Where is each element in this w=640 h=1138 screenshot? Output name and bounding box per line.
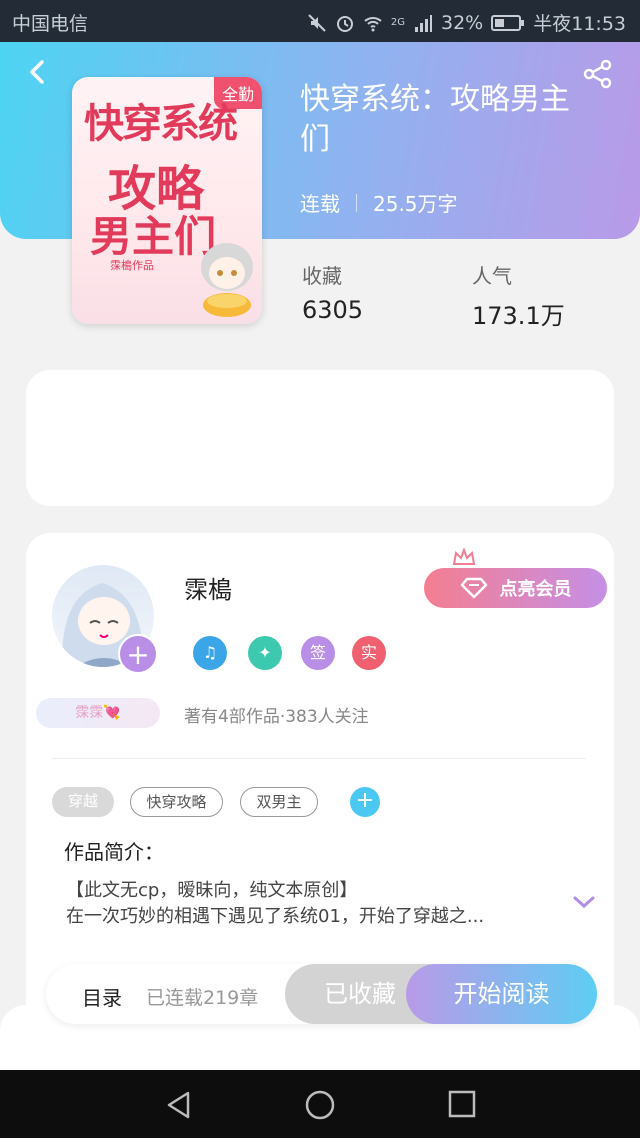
popularity-label: 人气 <box>472 264 512 288</box>
intro-text[interactable]: 【此文无cp，暧昧向，纯文本原创】 在一次巧妙的相遇下遇见了系统01，开始了穿越… <box>66 878 556 930</box>
chevron-down-icon[interactable] <box>572 894 596 910</box>
start-reading-button[interactable]: 开始阅读 <box>406 964 597 1024</box>
carrier-name: 中国电信 <box>12 13 89 35</box>
status-icons: 2G 32% 半夜11:53 <box>307 9 626 36</box>
chibi-character-icon <box>201 243 253 317</box>
follow-plus-button[interactable]: + <box>118 634 158 674</box>
home-circle-icon[interactable] <box>304 1089 336 1121</box>
clock: 半夜11:53 <box>533 13 626 35</box>
author-name[interactable]: 霂槝 <box>184 570 232 605</box>
meta-divider <box>356 193 357 212</box>
add-tag-button[interactable]: + <box>350 787 380 817</box>
wifi-icon <box>364 16 382 31</box>
network-type: 2G <box>390 17 405 28</box>
popularity-count: 173.1万 <box>472 302 565 330</box>
toc-button[interactable]: 目录 <box>82 982 122 1011</box>
recent-square-icon[interactable] <box>448 1090 476 1118</box>
music-note-icon[interactable]: ♫ <box>193 636 227 670</box>
intro-line: 在一次巧妙的相遇下遇见了系统01，开始了穿越之... <box>66 906 485 927</box>
cover-author: 霂槝作品 <box>110 259 154 272</box>
tag-filled[interactable]: 穿越 <box>52 787 114 817</box>
sign-icon[interactable]: 签 <box>301 636 335 670</box>
word-count: 25.5万字 <box>373 192 458 216</box>
back-triangle-icon[interactable] <box>164 1090 194 1120</box>
tag-outline[interactable]: 快穿攻略 <box>130 787 223 817</box>
section-divider <box>52 758 586 759</box>
author-name-tag: 霂霂💘 <box>36 698 160 728</box>
vip-button-label: 点亮会员 <box>499 579 572 600</box>
vip-button[interactable]: 点亮会员 <box>424 568 607 608</box>
handshake-icon[interactable]: ✦ <box>248 636 282 670</box>
signal-icon <box>415 14 432 32</box>
intro-line: 【此文无cp，暧昧向，纯文本原创】 <box>66 880 358 901</box>
book-meta: 连载 25.5万字 <box>300 188 458 217</box>
verified-icon[interactable]: 实 <box>352 636 386 670</box>
book-title: 快穿系统：攻略男主们 <box>300 82 570 157</box>
status-bar: 中国电信 2G 32% 半夜11:53 <box>0 0 640 42</box>
chapter-count[interactable]: 已连载219章 <box>146 983 258 1010</box>
alarm-icon <box>336 15 353 32</box>
favorites-label: 收藏 <box>302 264 342 288</box>
diamond-icon <box>460 577 487 599</box>
crown-icon <box>452 548 476 565</box>
tag-outline[interactable]: 双男主 <box>240 787 318 817</box>
mute-icon <box>308 13 326 32</box>
system-nav-bar <box>0 1070 640 1138</box>
battery-percent: 32% <box>441 11 484 34</box>
back-arrow-icon[interactable] <box>24 58 52 86</box>
serial-status: 连载 <box>300 192 340 216</box>
cover-title-line1: 快穿系统 <box>84 101 238 147</box>
intro-label: 作品简介： <box>64 840 164 864</box>
book-cover[interactable]: 全勤 快穿系统 攻略 男主们 霂槝作品 <box>72 77 262 324</box>
author-works-info: 著有4部作品·383人关注 <box>184 707 369 727</box>
favorites-count: 6305 <box>302 296 364 324</box>
battery-icon <box>491 14 525 31</box>
blank-card <box>26 370 614 506</box>
